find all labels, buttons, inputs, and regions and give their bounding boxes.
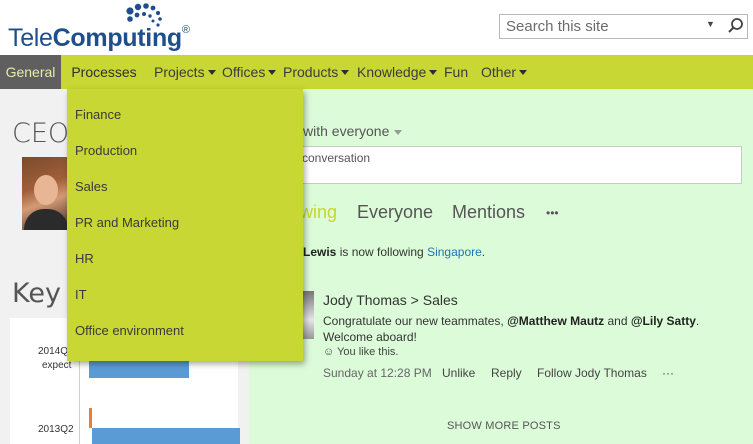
nav-item-knowledge[interactable]: Knowledge [357, 55, 438, 89]
post-body: Congratulate our new teammates, @Matthew… [323, 313, 733, 345]
post-timestamp[interactable]: Sunday at 12:28 PM [323, 366, 432, 380]
registered-mark: ® [181, 24, 190, 36]
chevron-down-icon [207, 69, 216, 75]
nav-item-processes[interactable]: Processes [61, 55, 147, 89]
following-end: . [481, 245, 486, 259]
site-search: ▼ [499, 14, 748, 39]
ceo-photo-body [24, 209, 68, 230]
brand-name-part1: Tele [8, 24, 53, 52]
search-scope-dropdown-icon[interactable]: ▼ [706, 19, 715, 29]
nav-item-other[interactable]: Other [481, 55, 528, 89]
nav-item-products[interactable]: Products [283, 55, 350, 89]
share-with-selector[interactable]: with everyone [303, 123, 403, 139]
nav-item-fun[interactable]: Fun [444, 55, 468, 89]
nav-item-label: Offices [222, 64, 266, 80]
nav-item-label: Processes [71, 64, 137, 80]
post-like-status: ☺ You like this. [323, 346, 399, 358]
post-body-line2: Welcome aboard! [323, 330, 417, 344]
following-target-link[interactable]: Singapore [427, 245, 482, 259]
post-author-avatar[interactable] [302, 291, 314, 339]
ceo-photo[interactable] [22, 157, 68, 230]
chevron-down-icon [394, 129, 403, 135]
menu-item-production[interactable]: Production [75, 143, 137, 158]
menu-item-hr[interactable]: HR [75, 251, 94, 266]
post-more-ellipsis[interactable]: ··· [662, 366, 674, 380]
menu-item-office-environment[interactable]: Office environment [75, 323, 184, 338]
tab-following[interactable]: wing [300, 202, 337, 223]
global-nav: General Processes Projects Offices Produ… [0, 55, 753, 89]
nav-item-label: Products [283, 64, 339, 80]
chevron-down-icon [519, 69, 528, 75]
nav-item-projects[interactable]: Projects [154, 55, 216, 89]
more-tabs-ellipsis[interactable]: ••• [546, 206, 559, 220]
following-text: is now following [336, 245, 428, 259]
conversation-placeholder: conversation [302, 151, 371, 165]
ceo-heading: CEO [12, 118, 70, 149]
mention-link[interactable]: @Lily Satty [631, 314, 696, 328]
chevron-down-icon [341, 69, 350, 75]
ceo-photo-face [34, 175, 58, 205]
kpi-label: expect [42, 360, 72, 371]
menu-item-it[interactable]: IT [75, 287, 87, 302]
mention-link[interactable]: @Matthew Mautz [507, 314, 604, 328]
follow-author-button[interactable]: Follow Jody Thomas [537, 366, 647, 380]
nav-item-label: Knowledge [357, 64, 427, 80]
kpi-bar [92, 428, 240, 444]
nav-item-label: Other [481, 64, 517, 80]
nav-item-label: Projects [154, 64, 205, 80]
chevron-down-icon [268, 69, 277, 75]
follower-name[interactable]: Lewis [303, 245, 336, 259]
kpi-bar-orange [89, 408, 92, 428]
start-conversation-input[interactable]: conversation [285, 146, 742, 184]
nav-item-label: General [5, 64, 56, 80]
reply-button[interactable]: Reply [491, 366, 522, 380]
newsfeed-panel [249, 89, 753, 444]
brand-name-part2: Computing [52, 24, 183, 52]
kpi-label: 2013Q2 [38, 424, 74, 435]
tab-mentions[interactable]: Mentions [452, 202, 525, 223]
nav-item-offices[interactable]: Offices [222, 55, 277, 89]
search-input[interactable] [500, 15, 700, 38]
post-body-text: Congratulate our new teammates, [323, 314, 508, 328]
menu-item-sales[interactable]: Sales [75, 179, 108, 194]
kpi-label: 2014Q [38, 346, 69, 357]
post-author-line[interactable]: Jody Thomas > Sales [323, 292, 458, 308]
menu-item-finance[interactable]: Finance [75, 107, 121, 122]
nav-item-general[interactable]: General [0, 55, 61, 89]
key-heading: Key [12, 278, 61, 309]
chevron-down-icon [429, 69, 438, 75]
post-body-text: and [604, 314, 631, 328]
menu-item-pr-marketing[interactable]: PR and Marketing [75, 215, 179, 230]
unlike-button[interactable]: Unlike [442, 366, 475, 380]
share-with-label: with everyone [303, 123, 390, 139]
post-body-text: . [695, 314, 700, 328]
search-icon[interactable] [726, 16, 746, 36]
brand-name: TeleComputing® [8, 24, 190, 53]
processes-dropdown-menu: Finance Production Sales PR and Marketin… [67, 89, 303, 361]
tab-everyone[interactable]: Everyone [357, 202, 433, 223]
show-more-posts-button[interactable]: SHOW MORE POSTS [447, 420, 561, 432]
following-activity: Lewis is now following Singapore. [303, 245, 485, 259]
telecomputing-logo[interactable]: TeleComputing® [8, 2, 208, 54]
page: TeleComputing® ▼ General Processes Proje… [0, 0, 753, 444]
nav-item-label: Fun [444, 64, 469, 80]
